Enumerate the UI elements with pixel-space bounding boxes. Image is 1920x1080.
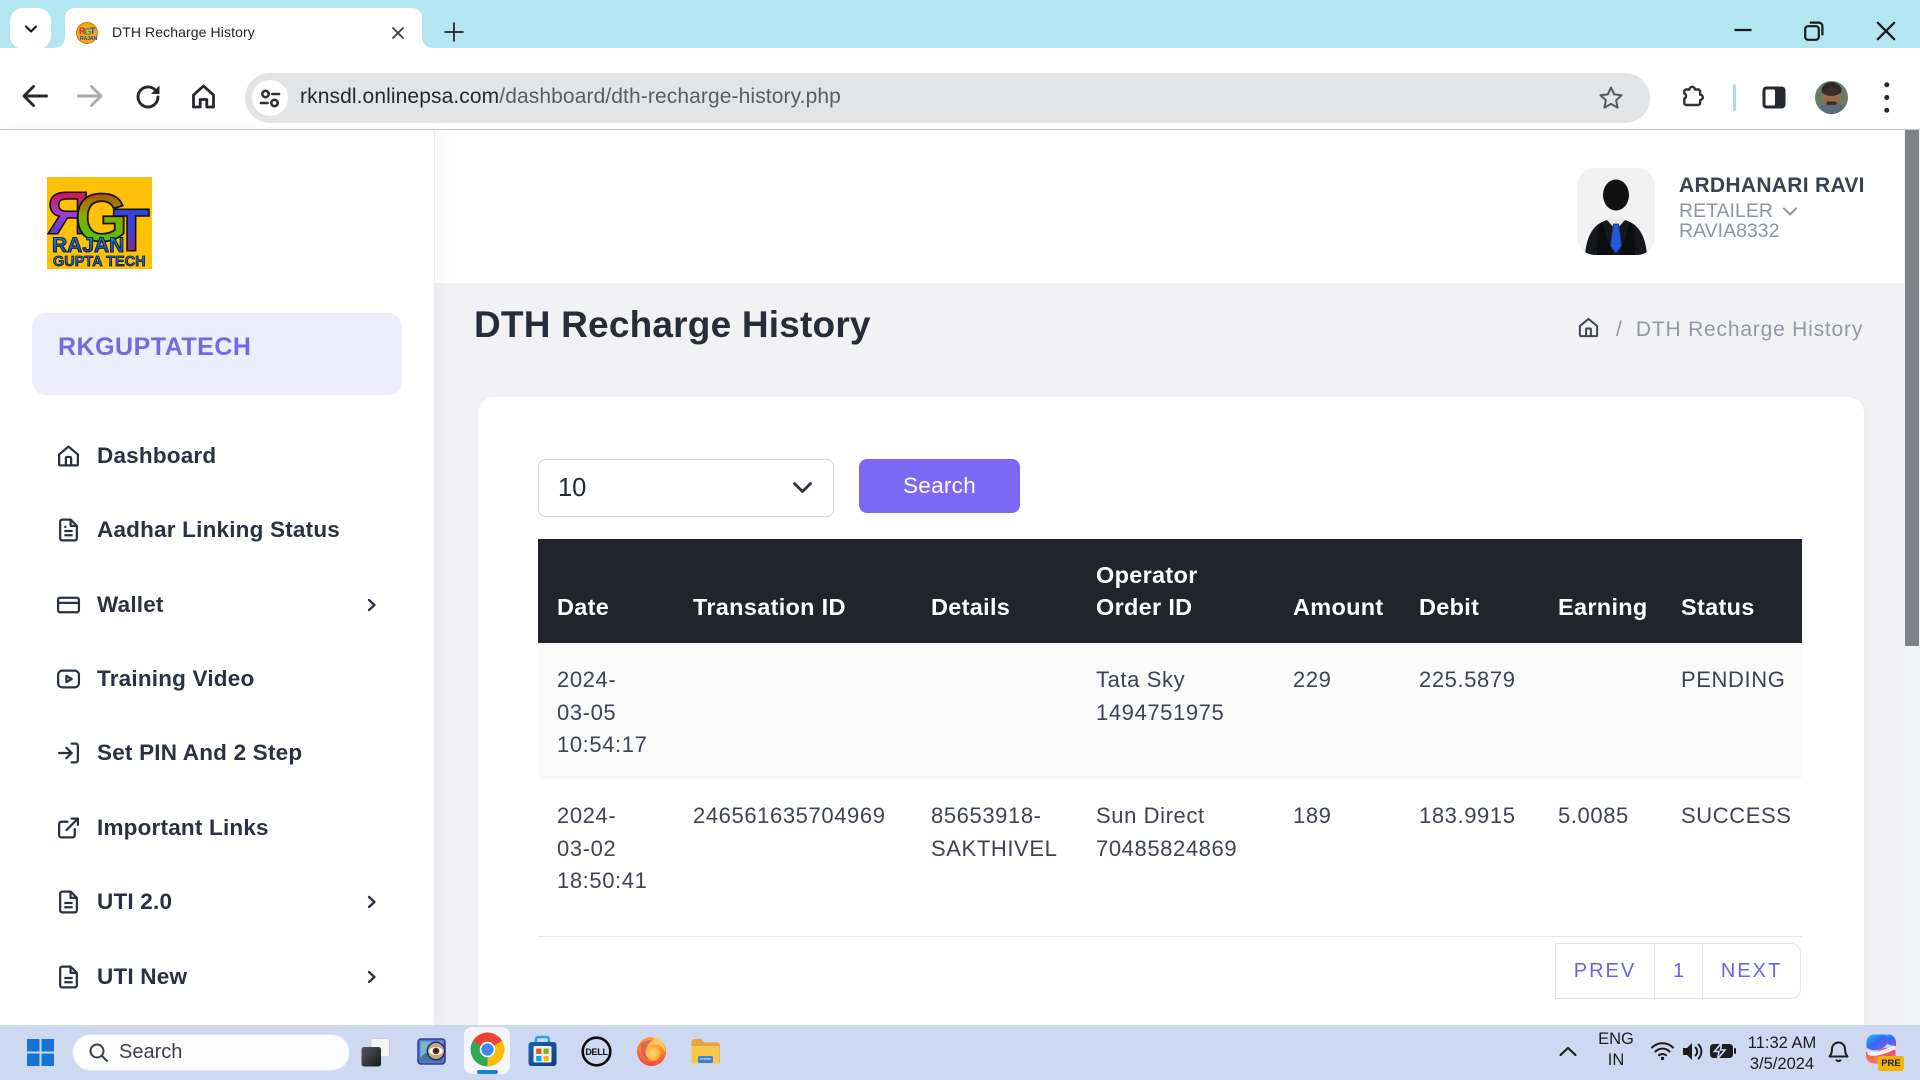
svg-text:GUPTA TECH: GUPTA TECH <box>53 254 146 269</box>
svg-text:RAJAN: RAJAN <box>80 36 98 42</box>
svg-text:T: T <box>90 26 96 36</box>
svg-text:DELL: DELL <box>585 1047 608 1057</box>
